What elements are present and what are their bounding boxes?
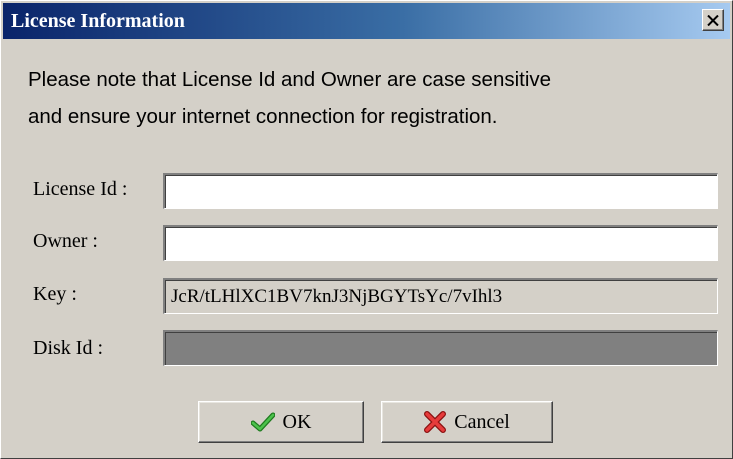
notice-line-1: Please note that License Id and Owner ar… [28,68,552,91]
key-field[interactable]: JcR/tLHlXC1BV7knJ3NjBGYTsYc/7vIhl3 [163,278,718,314]
ok-label: OK [282,410,312,433]
red-x-icon [424,411,447,433]
close-icon [707,14,719,26]
checkmark-icon [250,412,275,432]
window-title: License Information [11,10,185,32]
license-id-input[interactable] [163,173,718,209]
cancel-label: Cancel [454,410,510,433]
owner-label: Owner : [33,230,98,252]
disk-id-label: Disk Id : [33,337,103,359]
close-button[interactable] [702,9,724,31]
disk-id-field [163,330,718,366]
license-id-label: License Id : [33,178,128,200]
ok-button[interactable]: OK [198,401,364,443]
license-dialog: License Information Please note that Lic… [0,0,733,459]
notice-line-2: and ensure your internet connection for … [28,105,498,128]
owner-input[interactable] [163,225,718,261]
notice-text: Please note that License Id and Owner ar… [28,61,718,135]
title-bar[interactable]: License Information [3,3,730,39]
key-label: Key : [33,283,77,305]
cancel-button[interactable]: Cancel [381,401,553,443]
